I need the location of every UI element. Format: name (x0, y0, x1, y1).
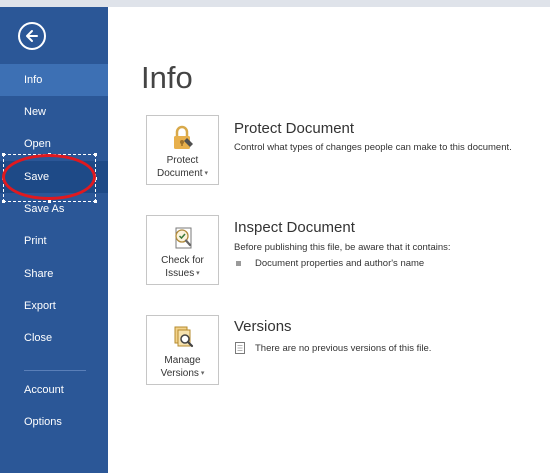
check-for-issues-label: Check for Issues ▾ (161, 254, 204, 280)
protect-document-label-line2: Document (156, 168, 203, 179)
manage-versions-label: Manage Versions ▾ (161, 354, 205, 380)
nav-info[interactable]: Info (0, 64, 108, 96)
versions-description: There are no previous versions of this f… (255, 342, 432, 354)
dropdown-caret-icon: ▾ (202, 170, 209, 177)
protect-document-description: Control what types of changes people can… (234, 142, 512, 153)
protect-document-heading: Protect Document (234, 120, 355, 137)
nav-options[interactable]: Options (0, 406, 108, 438)
lock-key-icon (169, 124, 197, 152)
protect-document-label: Protect Document ▾ (157, 154, 208, 180)
manage-versions-label-line2: Versions (160, 368, 199, 379)
nav-account[interactable]: Account (0, 374, 108, 406)
versions-info: There are no previous versions of this f… (234, 342, 431, 354)
check-for-issues-label-line1: Check for (161, 255, 204, 266)
selection-handle (94, 153, 97, 156)
nav-account-label: Account (24, 384, 64, 396)
inspect-bullet-text: Document properties and author's name (255, 258, 425, 269)
sidebar-divider (24, 370, 86, 371)
top-strip (0, 0, 550, 7)
nav-print[interactable]: Print (0, 225, 108, 257)
inspect-bullet-item: Document properties and author's name (236, 258, 424, 269)
nav-new-label: New (24, 106, 47, 118)
dropdown-caret-icon: ▾ (194, 270, 200, 277)
selection-handle (94, 200, 97, 203)
nav-close[interactable]: Close (0, 322, 108, 354)
selection-handle (48, 200, 51, 203)
protect-document-label-line1: Protect (166, 155, 199, 166)
manage-versions-icon (169, 324, 197, 352)
document-small-icon (235, 342, 245, 354)
back-arrow-icon (26, 30, 38, 42)
selection-handle (2, 153, 5, 156)
nav-export[interactable]: Export (0, 290, 108, 322)
protect-document-button[interactable]: Protect Document ▾ (146, 115, 219, 185)
nav-share-label: Share (24, 268, 54, 280)
nav-share[interactable]: Share (0, 258, 108, 290)
manage-versions-button[interactable]: Manage Versions ▾ (146, 315, 219, 385)
manage-versions-label-line1: Manage (164, 355, 201, 366)
check-for-issues-label-line2: Issues (165, 268, 195, 279)
nav-info-label: Info (24, 74, 43, 86)
nav-new[interactable]: New (0, 96, 108, 128)
nav-export-label: Export (24, 300, 56, 312)
check-for-issues-button[interactable]: Check for Issues ▾ (146, 215, 219, 285)
nav-print-label: Print (24, 235, 47, 247)
back-button[interactable] (18, 22, 46, 50)
versions-heading: Versions (234, 318, 292, 335)
backstage-sidebar: Info New Open Save Save As Print Share E… (0, 7, 108, 473)
inspect-document-description: Before publishing this file, be aware th… (234, 242, 451, 253)
page-title: Info (141, 60, 193, 95)
inspect-document-icon (169, 224, 197, 252)
bullet-square-icon (236, 261, 241, 266)
nav-open-label: Open (24, 138, 51, 150)
inspect-document-heading: Inspect Document (234, 219, 355, 236)
red-annotation-circle (2, 154, 96, 200)
selection-handle (2, 200, 5, 203)
nav-save-as-label: Save As (24, 203, 65, 215)
dropdown-caret-icon: ▾ (198, 370, 205, 377)
nav-options-label: Options (24, 416, 62, 428)
nav-close-label: Close (24, 332, 53, 344)
